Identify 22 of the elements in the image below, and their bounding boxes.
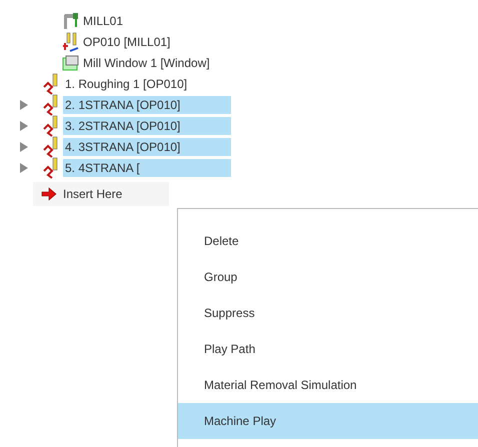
tree-item-label[interactable]: 5. 4STRANA [ xyxy=(63,158,231,176)
menu-item[interactable]: Suppress xyxy=(178,295,478,331)
operation-icon xyxy=(62,32,80,52)
expand-arrow-icon[interactable] xyxy=(20,142,28,152)
menu-item[interactable]: Group xyxy=(178,259,478,295)
expand-arrow-icon[interactable] xyxy=(20,100,28,110)
tree-item-label[interactable]: 1. Roughing 1 [OP010] xyxy=(63,74,190,92)
tree-item-label[interactable]: MILL01 xyxy=(81,12,126,30)
menu-item[interactable]: Play Path xyxy=(178,331,478,367)
menu-item[interactable]: Material Removal Simulation xyxy=(178,367,478,403)
expand-arrow-icon[interactable] xyxy=(20,120,28,130)
machine-icon xyxy=(62,12,80,30)
tree-item-label[interactable]: Mill Window 1 [Window] xyxy=(81,54,212,72)
menu-item[interactable]: Machine Play xyxy=(178,403,478,439)
arrow-icon xyxy=(41,187,57,201)
menu-item[interactable]: Delete xyxy=(178,223,478,259)
window-icon xyxy=(62,54,80,70)
tree-item-label[interactable]: 3. 2STRANA [OP010] xyxy=(63,116,231,134)
expand-arrow-icon[interactable] xyxy=(20,162,28,172)
tree-item-label[interactable]: 4. 3STRANA [OP010] xyxy=(63,138,231,156)
tree-item-label[interactable]: 2. 1STRANA [OP010] xyxy=(63,96,231,114)
tree-item-label[interactable]: OP010 [MILL01] xyxy=(81,32,172,50)
